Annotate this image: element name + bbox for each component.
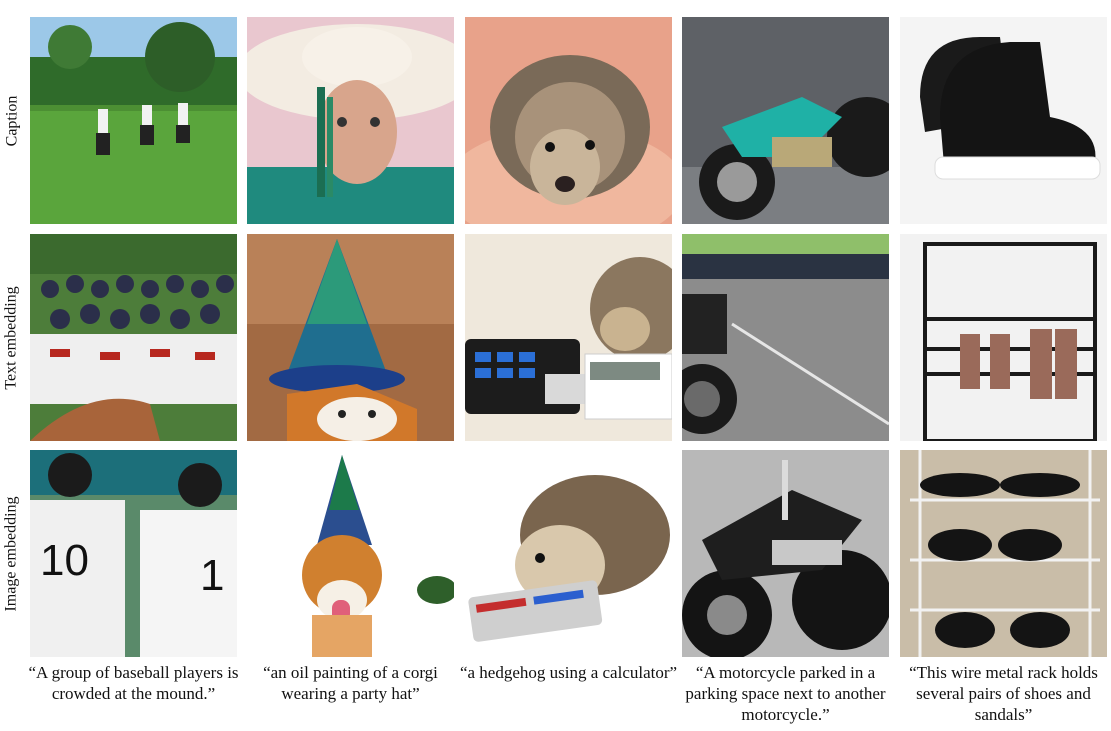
image-image-embedding-corgi (247, 450, 454, 657)
image-image-embedding-shoes (900, 450, 1107, 657)
image-text-embedding-motorcycle (682, 234, 889, 441)
svg-text:10: 10 (40, 536, 89, 585)
image-text-embedding-corgi (247, 234, 454, 441)
caption-corgi: “an oil painting of a corgi wearing a pa… (263, 663, 438, 703)
caption-shoes: “This wire metal rack holds several pair… (909, 663, 1098, 724)
image-image-embedding-hedgehog (465, 450, 672, 657)
image-image-embedding-baseball: 10 1 (30, 450, 237, 657)
image-caption-corgi (247, 17, 454, 224)
row-label-image-embedding: Image embedding (0, 450, 24, 657)
image-caption-hedgehog (465, 17, 672, 224)
image-text-embedding-baseball (30, 234, 237, 441)
row-label-caption: Caption (0, 17, 24, 224)
caption-motorcycle: “A motorcycle parked in a parking space … (685, 663, 886, 724)
row-label-image-embedding-text: Image embedding (3, 495, 21, 612)
row-label-text-embedding-text: Text embedding (3, 285, 21, 390)
image-image-embedding-motorcycle (682, 450, 889, 657)
row-label-caption-text: Caption (3, 95, 21, 146)
row-label-text-embedding: Text embedding (0, 234, 24, 441)
caption-baseball: “A group of baseball players is crowded … (28, 663, 239, 703)
svg-text:1: 1 (200, 551, 224, 600)
image-caption-motorcycle (682, 17, 889, 224)
image-text-embedding-shoes (900, 234, 1107, 441)
image-caption-baseball (30, 17, 237, 224)
image-caption-shoes (900, 17, 1107, 224)
caption-hedgehog: “a hedgehog using a calculator” (459, 663, 678, 682)
image-text-embedding-hedgehog (465, 234, 672, 441)
